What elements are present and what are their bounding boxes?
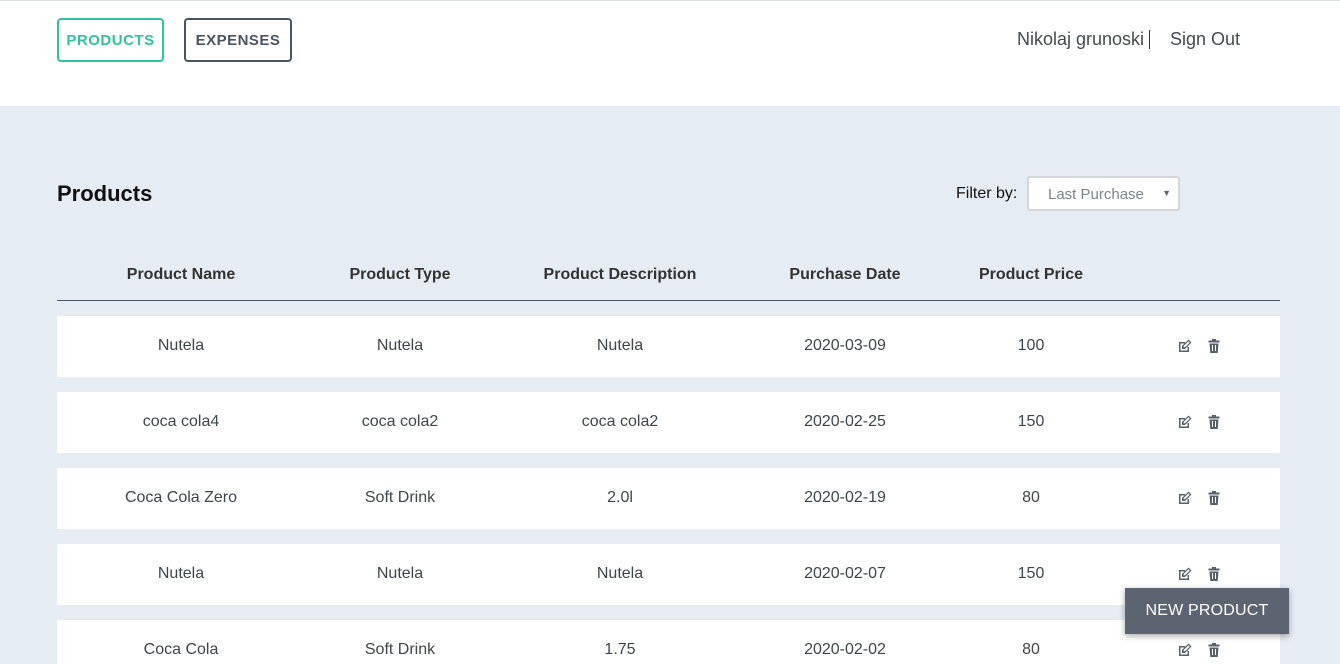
cell-product-name: Coca Cola [143, 641, 219, 658]
sign-out-link[interactable]: Sign Out [1170, 29, 1240, 50]
edit-icon[interactable] [1177, 338, 1193, 354]
cell-purchase-date: 2020-03-09 [804, 337, 886, 354]
cell-product-price: 100 [1017, 337, 1045, 354]
user-name: Nikolaj grunoski [1017, 29, 1145, 49]
cell-purchase-date: 2020-02-25 [804, 413, 886, 430]
cell-product-type: coca cola2 [361, 413, 439, 430]
edit-icon[interactable] [1177, 642, 1193, 658]
cell-product-description: Nutela [596, 337, 644, 354]
cell-product-name: coca cola4 [142, 413, 220, 430]
cell-purchase-date: 2020-02-07 [804, 565, 886, 582]
cell-purchase-date: 2020-02-02 [804, 641, 886, 658]
cell-product-type: Nutela [376, 337, 424, 354]
header-product-description: Product Description [543, 266, 697, 283]
expenses-tab-button[interactable]: EXPENSES [184, 18, 292, 62]
header-purchase-date: Purchase Date [789, 266, 901, 283]
trash-icon[interactable] [1206, 490, 1222, 506]
trash-icon[interactable] [1206, 642, 1222, 658]
cell-product-type: Soft Drink [364, 641, 436, 658]
cell-product-type: Nutela [376, 565, 424, 582]
table-row: coca cola4 coca cola2 coca cola2 2020-02-25… [57, 392, 1280, 453]
header-product-price: Product Price [978, 266, 1084, 283]
cell-product-description: 1.75 [604, 641, 636, 658]
page-title: Products [57, 181, 153, 206]
cell-product-price: 80 [1022, 641, 1040, 658]
table-header: Product Name Product Type Product Descri… [57, 250, 1280, 301]
table-row: Coca Cola Zero Soft Drink 2.0l 2020-02-19 80 [57, 468, 1280, 529]
filter-label: Filter by: [956, 185, 1018, 202]
chevron-down-icon: ▼ [1162, 188, 1171, 198]
cell-product-name: Nutela [157, 337, 205, 354]
cell-product-name: Coca Cola Zero [124, 489, 238, 506]
cell-product-description: coca cola2 [581, 413, 659, 430]
table-row: Coca Cola Soft Drink 1.75 2020-02-02 80 [57, 620, 1280, 664]
table-row: Nutela Nutela Nutela 2020-02-07 150 [57, 544, 1280, 605]
trash-icon[interactable] [1206, 338, 1222, 354]
edit-icon[interactable] [1177, 414, 1193, 430]
user-divider [1149, 30, 1150, 49]
top-navigation-bar: PRODUCTS EXPENSES Nikolaj grunoski Sign … [0, 0, 1340, 106]
new-product-button[interactable]: NEW PRODUCT [1125, 588, 1289, 634]
trash-icon[interactable] [1206, 566, 1222, 582]
header-product-name: Product Name [126, 266, 236, 283]
filter-selected-value: Last Purchase [1048, 186, 1144, 203]
trash-icon[interactable] [1206, 414, 1222, 430]
cell-product-price: 150 [1017, 413, 1045, 430]
products-tab-button[interactable]: PRODUCTS [57, 18, 164, 62]
cell-product-price: 80 [1022, 489, 1040, 506]
cell-product-type: Soft Drink [364, 489, 436, 506]
cell-product-price: 150 [1017, 565, 1045, 582]
edit-icon[interactable] [1177, 490, 1193, 506]
header-product-type: Product Type [349, 266, 451, 283]
cell-product-name: Nutela [157, 565, 205, 582]
cell-purchase-date: 2020-02-19 [804, 489, 886, 506]
filter-select[interactable]: Last Purchase ▼ [1027, 176, 1180, 211]
cell-product-description: Nutela [596, 565, 644, 582]
table-row: Nutela Nutela Nutela 2020-03-09 100 [57, 316, 1280, 377]
edit-icon[interactable] [1177, 566, 1193, 582]
cell-product-description: 2.0l [607, 489, 633, 506]
